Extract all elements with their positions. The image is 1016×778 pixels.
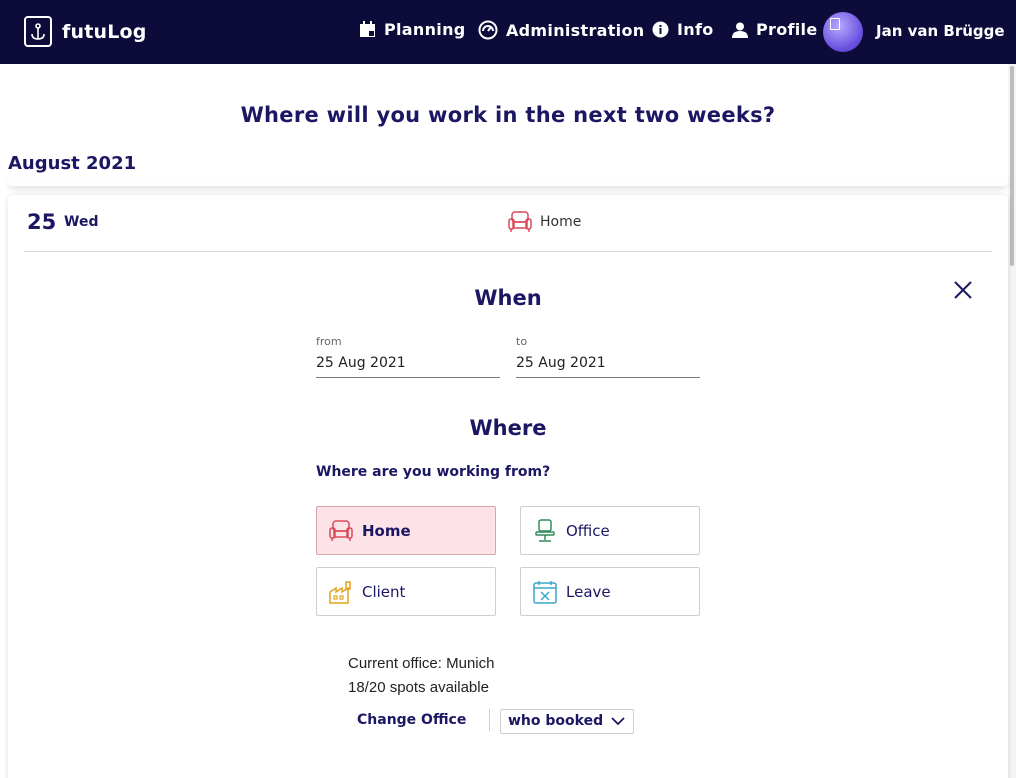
chevron-down-icon [611, 717, 625, 726]
from-label: from [316, 335, 342, 348]
location-office-label: Office [566, 521, 610, 540]
broken-image-icon [830, 18, 840, 30]
when-heading: When [474, 286, 542, 310]
spots-available-text: 18/20 spots available [348, 679, 489, 696]
user-icon [732, 22, 748, 38]
office-chair-icon [535, 518, 555, 542]
app-name: futuLog [62, 20, 147, 43]
to-date-field[interactable]: to 25 Aug 2021 [516, 335, 700, 378]
nav-planning[interactable]: Planning [359, 20, 466, 39]
to-date-input[interactable]: 25 Aug 2021 [516, 355, 700, 378]
location-client-button[interactable]: Client [316, 567, 496, 616]
calendar-x-icon [533, 580, 557, 604]
page-scrollbar[interactable] [1008, 64, 1016, 778]
nav-info-label: Info [677, 20, 714, 39]
info-icon [652, 21, 669, 38]
month-header-divider [8, 180, 1008, 186]
change-office-button[interactable]: Change Office [357, 712, 466, 728]
where-question: Where are you working from? [316, 464, 551, 480]
who-booked-label: who booked [508, 713, 604, 729]
armchair-icon [329, 519, 353, 541]
location-home-label: Home [362, 521, 411, 540]
nav-planning-label: Planning [384, 20, 466, 39]
nav-profile-label: Profile [756, 20, 818, 39]
scrollbar-thumb[interactable] [1010, 66, 1014, 266]
location-leave-label: Leave [566, 582, 611, 601]
nav-administration[interactable]: Administration [478, 20, 644, 40]
day-divider [24, 251, 992, 252]
nav-info[interactable]: Info [652, 20, 714, 39]
calendar-icon [360, 21, 375, 37]
gauge-icon [478, 20, 498, 40]
where-heading: Where [469, 416, 547, 440]
armchair-icon [508, 211, 532, 232]
from-date-field[interactable]: from 25 Aug 2021 [316, 335, 500, 378]
who-booked-dropdown[interactable]: who booked [500, 709, 634, 734]
day-card: 25 Wed Home When from 25 Aug 2021 to 25 … [8, 195, 1008, 778]
from-date-input[interactable]: 25 Aug 2021 [316, 355, 500, 378]
top-nav-bar: futuLog Planning Administration Info Pro… [0, 0, 1016, 64]
location-office-button[interactable]: Office [520, 506, 700, 555]
current-office-text: Current office: Munich [348, 655, 495, 672]
day-status[interactable]: Home [508, 211, 581, 233]
day-weekday: Wed [64, 214, 99, 230]
factory-icon [329, 580, 351, 604]
nav-profile[interactable]: Profile [732, 20, 818, 39]
nav-administration-label: Administration [506, 20, 645, 40]
user-name[interactable]: Jan van Brügge [876, 22, 1005, 40]
month-heading: August 2021 [8, 153, 137, 174]
office-info: Current office: Munich 18/20 spots avail… [348, 652, 494, 700]
location-client-label: Client [362, 582, 406, 601]
app-logo[interactable]: futuLog [24, 16, 147, 47]
day-number: 25 [27, 210, 57, 234]
location-home-button[interactable]: Home [316, 506, 496, 555]
avatar[interactable] [823, 12, 863, 52]
day-status-label: Home [540, 214, 582, 230]
action-separator [489, 709, 490, 731]
page-title: Where will you work in the next two week… [240, 103, 776, 127]
to-label: to [516, 335, 528, 348]
location-leave-button[interactable]: Leave [520, 567, 700, 616]
anchor-icon [24, 16, 52, 47]
